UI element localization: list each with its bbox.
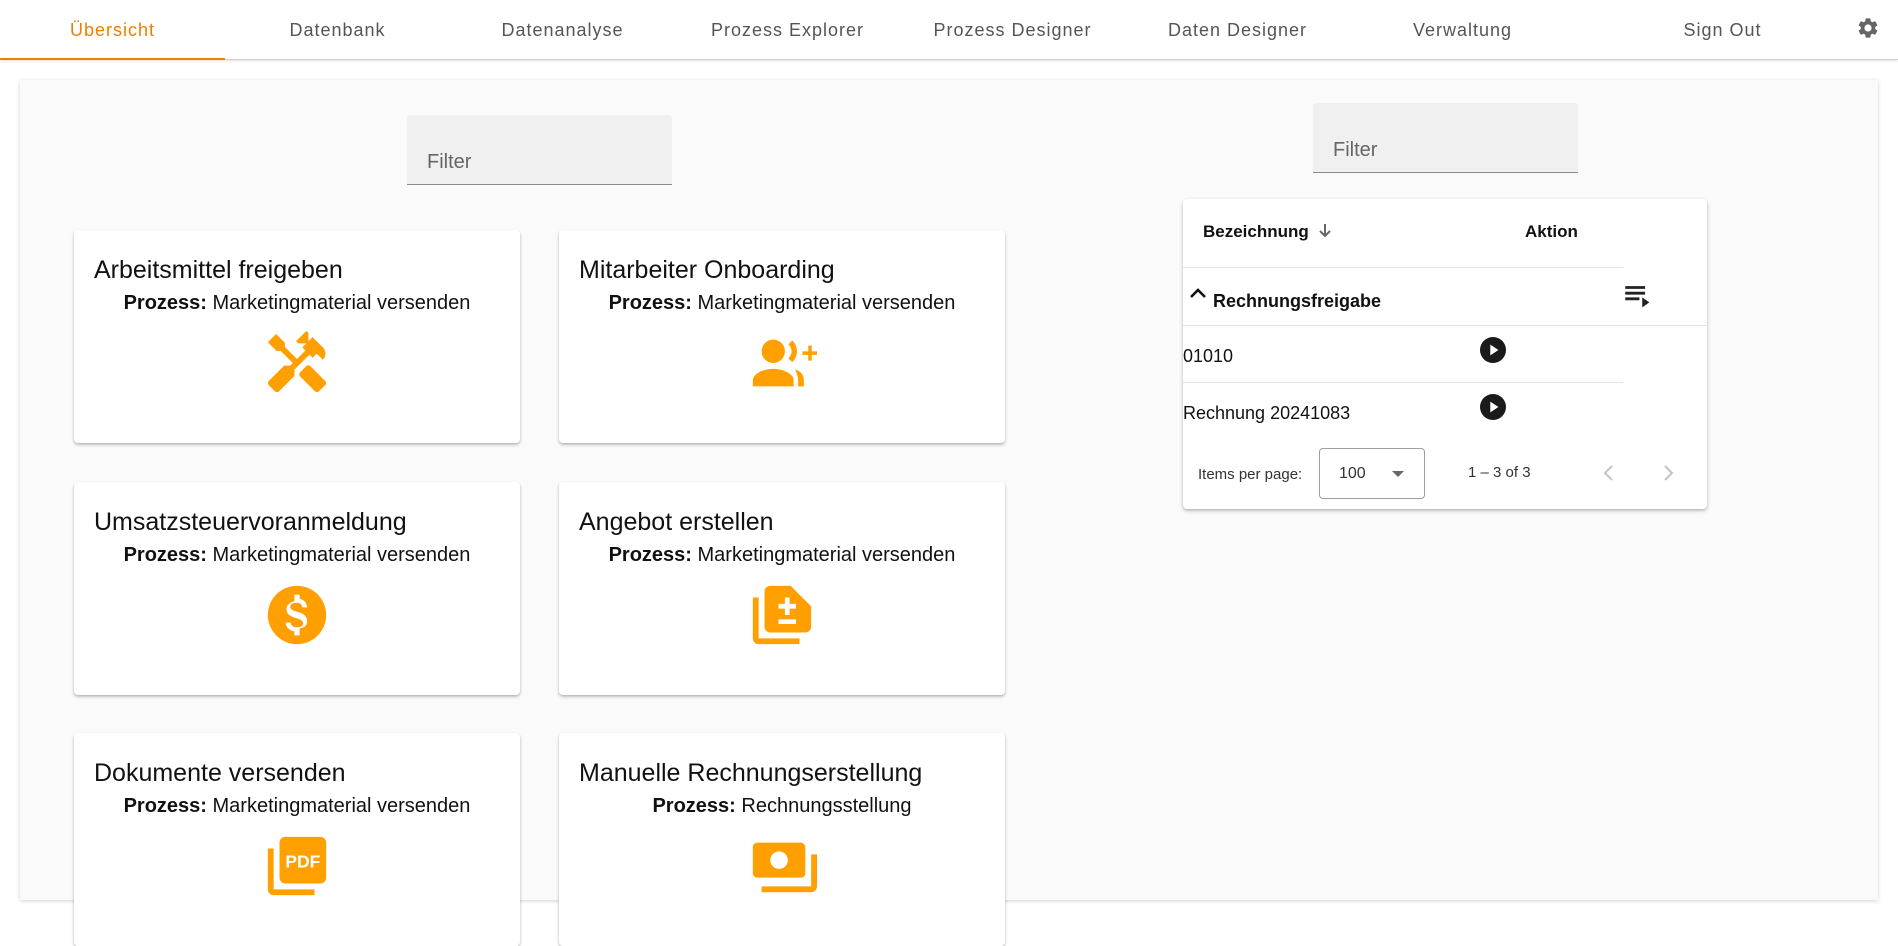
page-size-select[interactable]: 100 bbox=[1319, 448, 1425, 499]
pdf-icon: PDF bbox=[267, 836, 327, 896]
column-header-bezeichnung[interactable]: Bezeichnung bbox=[1203, 222, 1332, 242]
left-filter-input[interactable] bbox=[407, 115, 672, 184]
divider bbox=[1183, 325, 1707, 326]
card-title: Manuelle Rechnungserstellung bbox=[579, 759, 923, 787]
right-filter-field[interactable] bbox=[1313, 103, 1578, 173]
playlist-play-icon[interactable] bbox=[1621, 279, 1655, 313]
play-icon[interactable] bbox=[1480, 337, 1506, 363]
card-process: Prozess: Marketingmaterial versenden bbox=[123, 292, 471, 314]
divider bbox=[1183, 382, 1623, 383]
chevron-up-icon[interactable] bbox=[1189, 287, 1207, 299]
document-plus-minus-icon bbox=[752, 585, 812, 645]
person-add-icon bbox=[752, 339, 817, 387]
card-title: Umsatzsteuervoranmeldung bbox=[94, 508, 407, 536]
process-table: Bezeichnung Aktion Rechnungsfreigabe 010… bbox=[1183, 199, 1707, 509]
tab-datenbank[interactable]: Datenbank bbox=[225, 0, 450, 60]
card-title: Mitarbeiter Onboarding bbox=[579, 256, 835, 284]
svg-text:PDF: PDF bbox=[285, 851, 320, 871]
process-card[interactable]: Arbeitsmittel freigeben Prozess: Marketi… bbox=[74, 230, 520, 443]
left-filter-field[interactable] bbox=[407, 115, 672, 185]
tab-uebersicht[interactable]: Übersicht bbox=[0, 0, 225, 60]
play-icon[interactable] bbox=[1480, 394, 1506, 420]
range-label: 1 – 3 of 3 bbox=[1468, 464, 1531, 481]
card-process: Prozess: Rechnungsstellung bbox=[652, 795, 912, 817]
card-title: Arbeitsmittel freigeben bbox=[94, 256, 343, 284]
previous-page-icon[interactable] bbox=[1599, 461, 1619, 485]
arrow-down-icon bbox=[1318, 224, 1331, 238]
table-row-name: 01010 bbox=[1183, 346, 1234, 366]
card-process: Prozess: Marketingmaterial versenden bbox=[608, 544, 956, 566]
card-process: Prozess: Marketingmaterial versenden bbox=[123, 795, 471, 817]
gear-icon[interactable] bbox=[1856, 16, 1880, 40]
right-filter-input[interactable] bbox=[1313, 103, 1578, 172]
tab-verwaltung[interactable]: Verwaltung bbox=[1350, 0, 1575, 60]
process-card[interactable]: Angebot erstellen Prozess: Marketingmate… bbox=[559, 482, 1005, 695]
card-process: Prozess: Marketingmaterial versenden bbox=[608, 292, 956, 314]
table-row-name: Rechnung 20241083 bbox=[1183, 403, 1351, 423]
next-page-icon[interactable] bbox=[1658, 461, 1678, 485]
card-title: Dokumente versenden bbox=[94, 759, 346, 787]
column-header-aktion: Aktion bbox=[1525, 222, 1578, 241]
process-card[interactable]: Mitarbeiter Onboarding Prozess: Marketin… bbox=[559, 230, 1005, 443]
top-navigation: Übersicht Datenbank Datenanalyse Prozess… bbox=[0, 0, 1898, 60]
group-label: Rechnungsfreigabe bbox=[1213, 291, 1382, 311]
tab-prozess-explorer[interactable]: Prozess Explorer bbox=[675, 0, 900, 60]
divider bbox=[1183, 267, 1623, 268]
process-card[interactable]: Dokumente versenden Prozess: Marketingma… bbox=[74, 733, 520, 946]
items-per-page-label: Items per page: bbox=[1198, 466, 1303, 483]
tab-datenanalyse[interactable]: Datenanalyse bbox=[450, 0, 675, 60]
card-title: Angebot erstellen bbox=[579, 508, 774, 536]
tab-prozess-designer[interactable]: Prozess Designer bbox=[900, 0, 1125, 60]
overview-panel: Arbeitsmittel freigeben Prozess: Marketi… bbox=[20, 80, 1878, 946]
money-icon bbox=[752, 842, 817, 893]
dollar-icon bbox=[267, 585, 327, 645]
tools-icon bbox=[267, 330, 327, 393]
process-card[interactable]: Manuelle Rechnungserstellung Prozess: Re… bbox=[559, 733, 1005, 946]
card-process: Prozess: Marketingmaterial versenden bbox=[123, 544, 471, 566]
page-size-value: 100 bbox=[1339, 465, 1366, 482]
process-card[interactable]: Umsatzsteuervoranmeldung Prozess: Market… bbox=[74, 482, 520, 695]
tab-daten-designer[interactable]: Daten Designer bbox=[1125, 0, 1350, 60]
dropdown-arrow-icon bbox=[1392, 471, 1404, 477]
tab-sign-out[interactable]: Sign Out bbox=[1610, 0, 1835, 60]
